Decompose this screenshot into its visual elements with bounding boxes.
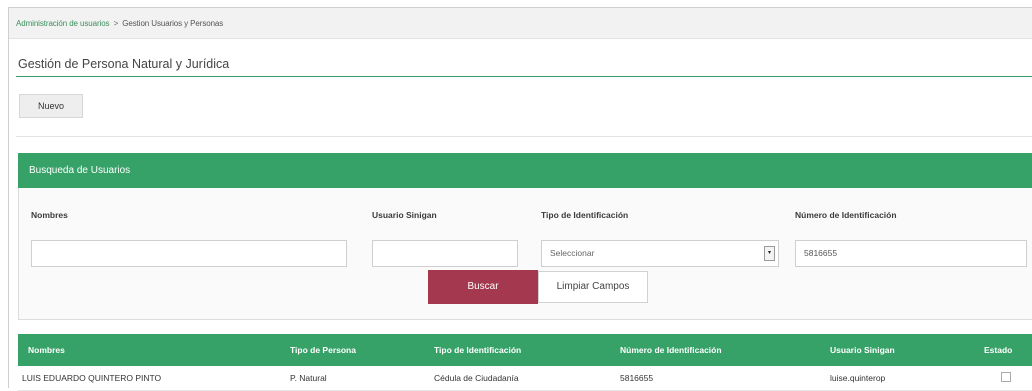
- search-panel-title: Busqueda de Usuarios: [18, 153, 1032, 188]
- table-header: Nombres Tipo de Persona Tipo de Identifi…: [18, 334, 1032, 366]
- page-title: Gestión de Persona Natural y Jurídica: [18, 57, 230, 71]
- column-header-nombres: Nombres: [28, 345, 65, 355]
- results-table: Nombres Tipo de Persona Tipo de Identifi…: [18, 334, 1032, 391]
- search-button[interactable]: Buscar: [428, 270, 538, 304]
- section-divider: [16, 136, 1032, 137]
- cell-tipo-identificacion: Cédula de Ciudadanía: [434, 373, 519, 383]
- breadcrumb: Administración de usuarios > Gestion Usu…: [9, 8, 1032, 39]
- estado-checkbox[interactable]: [1001, 372, 1011, 382]
- cell-usuario-sinigan: luise.quinterop: [830, 373, 886, 383]
- clear-fields-button[interactable]: Limpiar Campos: [538, 271, 648, 303]
- search-panel: Busqueda de Usuarios Nombres Usuario Sin…: [18, 153, 1032, 320]
- nombres-label: Nombres: [31, 210, 68, 220]
- breadcrumb-current: Gestion Usuarios y Personas: [122, 19, 224, 28]
- usuario-sinigan-input[interactable]: [372, 240, 518, 267]
- column-header-tipo-persona: Tipo de Persona: [290, 345, 356, 355]
- breadcrumb-separator: >: [113, 19, 119, 28]
- column-header-estado: Estado: [984, 345, 1013, 355]
- breadcrumb-link-admin-usuarios[interactable]: Administración de usuarios: [16, 19, 110, 28]
- column-header-usuario-sinigan: Usuario Sinigan: [830, 345, 895, 355]
- numero-identificacion-input[interactable]: 5816655: [795, 240, 1027, 267]
- column-header-numero-identificacion: Número de Identificación: [620, 345, 722, 355]
- numero-identificacion-label: Número de Identificación: [795, 210, 897, 220]
- nombres-input[interactable]: [31, 240, 347, 267]
- cell-nombres: LUIS EDUARDO QUINTERO PINTO: [22, 373, 162, 383]
- tipo-identificacion-label: Tipo de Identificación: [541, 210, 629, 220]
- cell-tipo-persona: P. Natural: [290, 373, 327, 383]
- usuario-sinigan-label: Usuario Sinigan: [372, 210, 437, 220]
- table-row[interactable]: LUIS EDUARDO QUINTERO PINTO P. Natural C…: [18, 366, 1032, 391]
- chevron-down-icon[interactable]: ▾: [764, 246, 775, 261]
- title-divider: [16, 76, 1032, 77]
- tipo-identificacion-select[interactable]: Seleccionar ▾: [541, 240, 779, 267]
- tipo-identificacion-selected: Seleccionar: [550, 248, 595, 258]
- new-button[interactable]: Nuevo: [19, 94, 83, 118]
- column-header-tipo-identificacion: Tipo de Identificación: [434, 345, 522, 355]
- cell-numero-identificacion: 5816655: [620, 373, 654, 383]
- app-frame: Administración de usuarios > Gestion Usu…: [8, 7, 1032, 391]
